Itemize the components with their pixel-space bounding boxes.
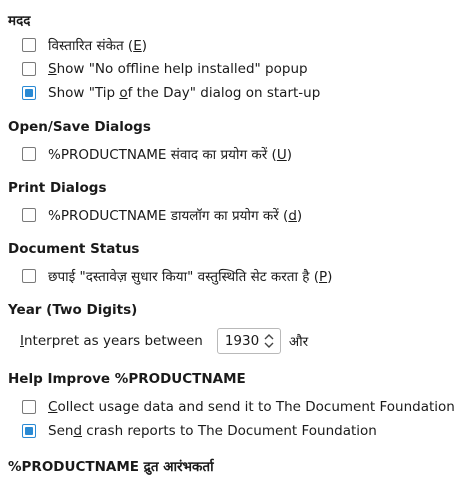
year-interpret-row: Interpret as years between 1930 और (20, 327, 308, 355)
year-two-digits-heading: Year (Two Digits) (8, 302, 138, 318)
year-spinbox[interactable]: 1930 (216, 328, 281, 354)
collect-usage-checkbox[interactable] (22, 400, 36, 414)
year-interpret-label: Interpret as years between (20, 333, 203, 349)
tip-of-day-checkbox[interactable] (22, 86, 36, 100)
tip-of-day-label: Show "Tip of the Day" dialog on start-up (48, 85, 321, 101)
up-down-chevron-icon[interactable] (263, 332, 275, 350)
use-app-dialogs-checkbox[interactable] (22, 147, 36, 161)
year-value[interactable]: 1930 (225, 333, 259, 349)
use-app-dialogs-label: %PRODUCTNAME संवाद का प्रयोग करें (U) (48, 147, 292, 163)
tip-of-day-option[interactable]: Show "Tip of the Day" dialog on start-up (22, 83, 320, 103)
print-dialogs-heading: Print Dialogs (8, 180, 107, 196)
extended-tips-option[interactable]: विस्तारित संकेत (E) (22, 35, 147, 55)
offline-help-popup-checkbox[interactable] (22, 62, 36, 76)
print-sets-modified-label: छपाई "दस्तावेज़ सुधार किया" वस्तुस्थिति … (48, 269, 333, 285)
print-sets-modified-checkbox[interactable] (22, 269, 36, 283)
collect-usage-label: Collect usage data and send it to The Do… (48, 399, 455, 415)
send-crash-reports-label: Send crash reports to The Document Found… (48, 423, 377, 439)
document-status-heading: Document Status (8, 241, 140, 257)
offline-help-popup-label: Show "No offline help installed" popup (48, 61, 308, 77)
open-save-heading: Open/Save Dialogs (8, 119, 151, 135)
extended-tips-checkbox[interactable] (22, 38, 36, 52)
extended-tips-label: विस्तारित संकेत (E) (48, 38, 148, 54)
quickstarter-heading: %PRODUCTNAME द्रुत आरंभकर्ता (8, 459, 214, 475)
print-sets-modified-option[interactable]: छपाई "दस्तावेज़ सुधार किया" वस्तुस्थिति … (22, 266, 332, 286)
help-heading: मदद (8, 13, 31, 29)
options-general-panel: मदद विस्तारित संकेत (E) Show "No offline… (0, 0, 462, 488)
use-print-dialogs-label: %PRODUCTNAME डायलॉग का प्रयोग करें (d) (48, 208, 303, 224)
send-crash-reports-option[interactable]: Send crash reports to The Document Found… (22, 421, 377, 441)
use-app-dialogs-option[interactable]: %PRODUCTNAME संवाद का प्रयोग करें (U) (22, 144, 292, 164)
help-improve-heading: Help Improve %PRODUCTNAME (8, 371, 246, 387)
send-crash-reports-checkbox[interactable] (22, 424, 36, 438)
use-print-dialogs-checkbox[interactable] (22, 208, 36, 222)
year-suffix-label: और (288, 334, 309, 350)
offline-help-popup-option[interactable]: Show "No offline help installed" popup (22, 59, 308, 79)
collect-usage-option[interactable]: Collect usage data and send it to The Do… (22, 397, 455, 417)
use-print-dialogs-option[interactable]: %PRODUCTNAME डायलॉग का प्रयोग करें (d) (22, 205, 302, 225)
